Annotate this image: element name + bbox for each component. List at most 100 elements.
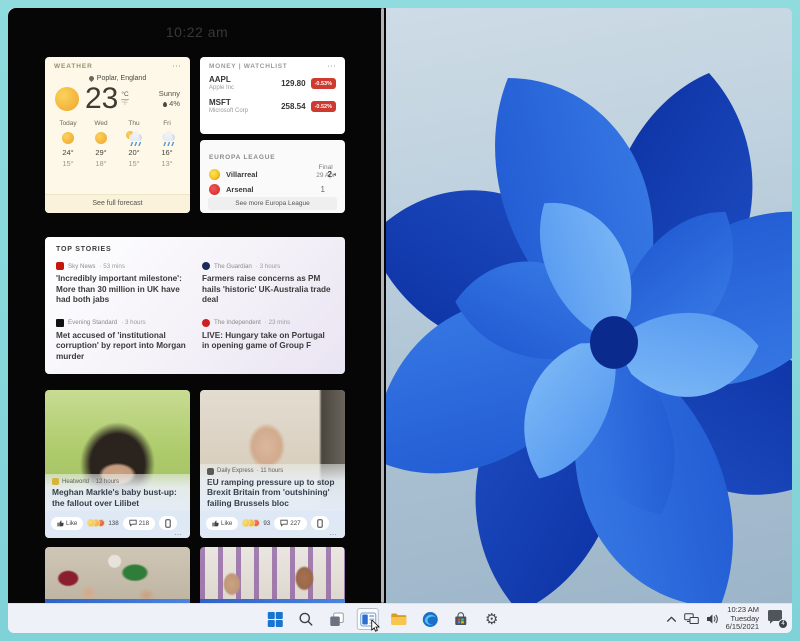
top-stories-widget: TOP STORIES Sky News 53 mins 'Incredibly… — [45, 237, 345, 374]
away-score: 1 — [321, 185, 325, 194]
story-item[interactable]: The Independent 23 mins LIVE: Hungary ta… — [202, 319, 334, 363]
weather-location: Poplar, England — [97, 75, 146, 82]
file-explorer-button[interactable] — [388, 608, 410, 630]
phone-icon — [317, 519, 323, 528]
stock-row-msft[interactable]: MSFT Microsoft Corp 258.54 -0.52% — [200, 95, 345, 118]
comment-count: 218 — [139, 520, 149, 527]
story-item[interactable]: Sky News 53 mins 'Incredibly important m… — [56, 262, 188, 306]
stock-company: Apple Inc — [209, 84, 234, 92]
like-button[interactable]: Like — [206, 517, 238, 530]
unit-celsius[interactable]: °C — [121, 91, 128, 100]
send-to-phone-button[interactable] — [159, 516, 177, 530]
network-icon[interactable] — [684, 613, 699, 625]
search-icon — [298, 611, 314, 627]
stock-change-badge: -0.52% — [311, 101, 336, 112]
task-view-button[interactable] — [326, 608, 348, 630]
more-icon[interactable]: ⋯ — [327, 64, 336, 69]
home-team: Villarreal — [226, 170, 258, 179]
comments-button[interactable]: 218 — [123, 517, 155, 530]
gear-icon: ⚙ — [485, 612, 498, 627]
weather-location-row[interactable]: Poplar, England — [45, 75, 190, 82]
forecast-day[interactable]: Thu 20° 15° — [121, 120, 147, 168]
match-date: 29 Apr — [316, 172, 335, 180]
notification-badge: 4 — [778, 619, 788, 629]
wallpaper-bloom — [386, 8, 792, 603]
stock-change-badge: -0.53% — [311, 78, 336, 89]
story-headline[interactable]: Met accused of 'institutional corruption… — [56, 331, 188, 363]
reactions[interactable]: 138 — [87, 519, 118, 527]
start-button[interactable] — [264, 608, 286, 630]
location-pin-icon — [88, 75, 95, 82]
news-card-eu[interactable]: Daily Express 11 hours EU ramping pressu… — [200, 390, 345, 538]
weather-condition: Sunny — [159, 89, 180, 98]
widgets-button[interactable] — [357, 608, 379, 630]
more-icon[interactable]: ⋯ — [172, 64, 181, 69]
more-icon[interactable]: ⋯ — [174, 530, 182, 538]
sunny-icon — [59, 131, 77, 146]
arsenal-crest-icon — [209, 184, 220, 195]
reaction-count: 138 — [108, 520, 118, 527]
file-explorer-icon — [390, 611, 408, 627]
villarreal-crest-icon — [209, 169, 220, 180]
stock-price: 129.80 — [281, 79, 305, 88]
weather-widget[interactable]: WEATHER ⋯ Poplar, England 23 °C — [45, 57, 190, 213]
windows-logo-icon — [266, 611, 283, 628]
send-to-phone-button[interactable] — [311, 516, 329, 530]
comments-button[interactable]: 227 — [274, 517, 306, 530]
europa-league-widget[interactable]: EUROPA LEAGUE Villarreal 2 ◂ Arsenal — [200, 140, 345, 213]
tray-clock[interactable]: 10:23 AM Tuesday 6/15/2021 — [726, 606, 759, 632]
unit-fahrenheit[interactable]: °F — [121, 100, 128, 108]
top-stories-title: TOP STORIES — [56, 246, 334, 253]
see-full-forecast-link[interactable]: See full forecast — [45, 194, 190, 213]
sky-news-icon — [56, 262, 64, 270]
panel-scrollbar[interactable] — [381, 8, 384, 603]
like-button[interactable]: Like — [51, 517, 83, 530]
volume-icon[interactable] — [706, 613, 719, 625]
money-widget[interactable]: MONEY | WATCHLIST ⋯ AAPL Apple Inc 129.8… — [200, 57, 345, 134]
search-button[interactable] — [295, 608, 317, 630]
story-item[interactable]: Evening Standard 3 hours Met accused of … — [56, 319, 188, 363]
money-title: MONEY | WATCHLIST — [209, 63, 287, 70]
task-view-icon — [329, 611, 345, 627]
stock-company: Microsoft Corp — [209, 107, 248, 115]
comment-icon — [280, 519, 288, 527]
match-status: Final — [316, 164, 335, 172]
news-card-meghan[interactable]: Heatworld 12 hours Meghan Markle's baby … — [45, 390, 190, 538]
guardian-icon — [202, 262, 210, 270]
tray-date: 6/15/2021 — [726, 623, 759, 632]
story-item[interactable]: The Guardian 3 hours Farmers raise conce… — [202, 262, 334, 306]
sun-icon — [55, 87, 79, 111]
tray-chevron-icon[interactable] — [666, 615, 677, 624]
store-button[interactable] — [450, 608, 472, 630]
reactions[interactable]: 93 — [242, 519, 270, 527]
story-headline[interactable]: Farmers raise concerns as PM hails 'hist… — [202, 274, 334, 306]
card-headline[interactable]: Meghan Markle's baby bust-up: the fallou… — [52, 487, 183, 508]
forecast-day[interactable]: Today 24° 15° — [55, 120, 81, 168]
settings-button[interactable]: ⚙ — [481, 608, 503, 630]
news-card-partial[interactable] — [200, 547, 345, 603]
store-icon — [453, 611, 469, 627]
news-card-partial[interactable] — [45, 547, 190, 603]
see-more-europa-link[interactable]: See more Europa League — [208, 197, 337, 210]
thumbs-up-icon — [57, 519, 64, 527]
screen-inner: 10:22 am WEATHER ⋯ Poplar, England — [8, 8, 792, 633]
notification-center-button[interactable]: 4 — [766, 609, 786, 629]
forecast-day[interactable]: Wed 29° 18° — [88, 120, 114, 168]
forecast-grid: Today 24° 15° Wed 29° 18° — [45, 114, 190, 168]
stock-symbol: AAPL — [209, 75, 234, 84]
card-headline[interactable]: EU ramping pressure up to stop Brexit Br… — [207, 477, 338, 509]
precipitation-icon — [163, 102, 167, 107]
forecast-day[interactable]: Fri 16° 13° — [154, 120, 180, 168]
stock-price: 258.54 — [281, 102, 305, 111]
stock-row-aapl[interactable]: AAPL Apple Inc 129.80 -0.53% — [200, 72, 345, 95]
sun-showers-icon — [125, 131, 143, 146]
stock-symbol: MSFT — [209, 98, 248, 107]
story-headline[interactable]: LIVE: Hungary take on Portugal in openin… — [202, 331, 334, 352]
thumbs-up-icon — [212, 519, 219, 527]
edge-button[interactable] — [419, 608, 441, 630]
story-headline[interactable]: 'Incredibly important milestone': More t… — [56, 274, 188, 306]
more-icon[interactable]: ⋯ — [329, 530, 337, 538]
phone-icon — [165, 519, 171, 528]
weather-title: WEATHER — [54, 63, 93, 70]
europa-title: EUROPA LEAGUE — [209, 154, 275, 161]
